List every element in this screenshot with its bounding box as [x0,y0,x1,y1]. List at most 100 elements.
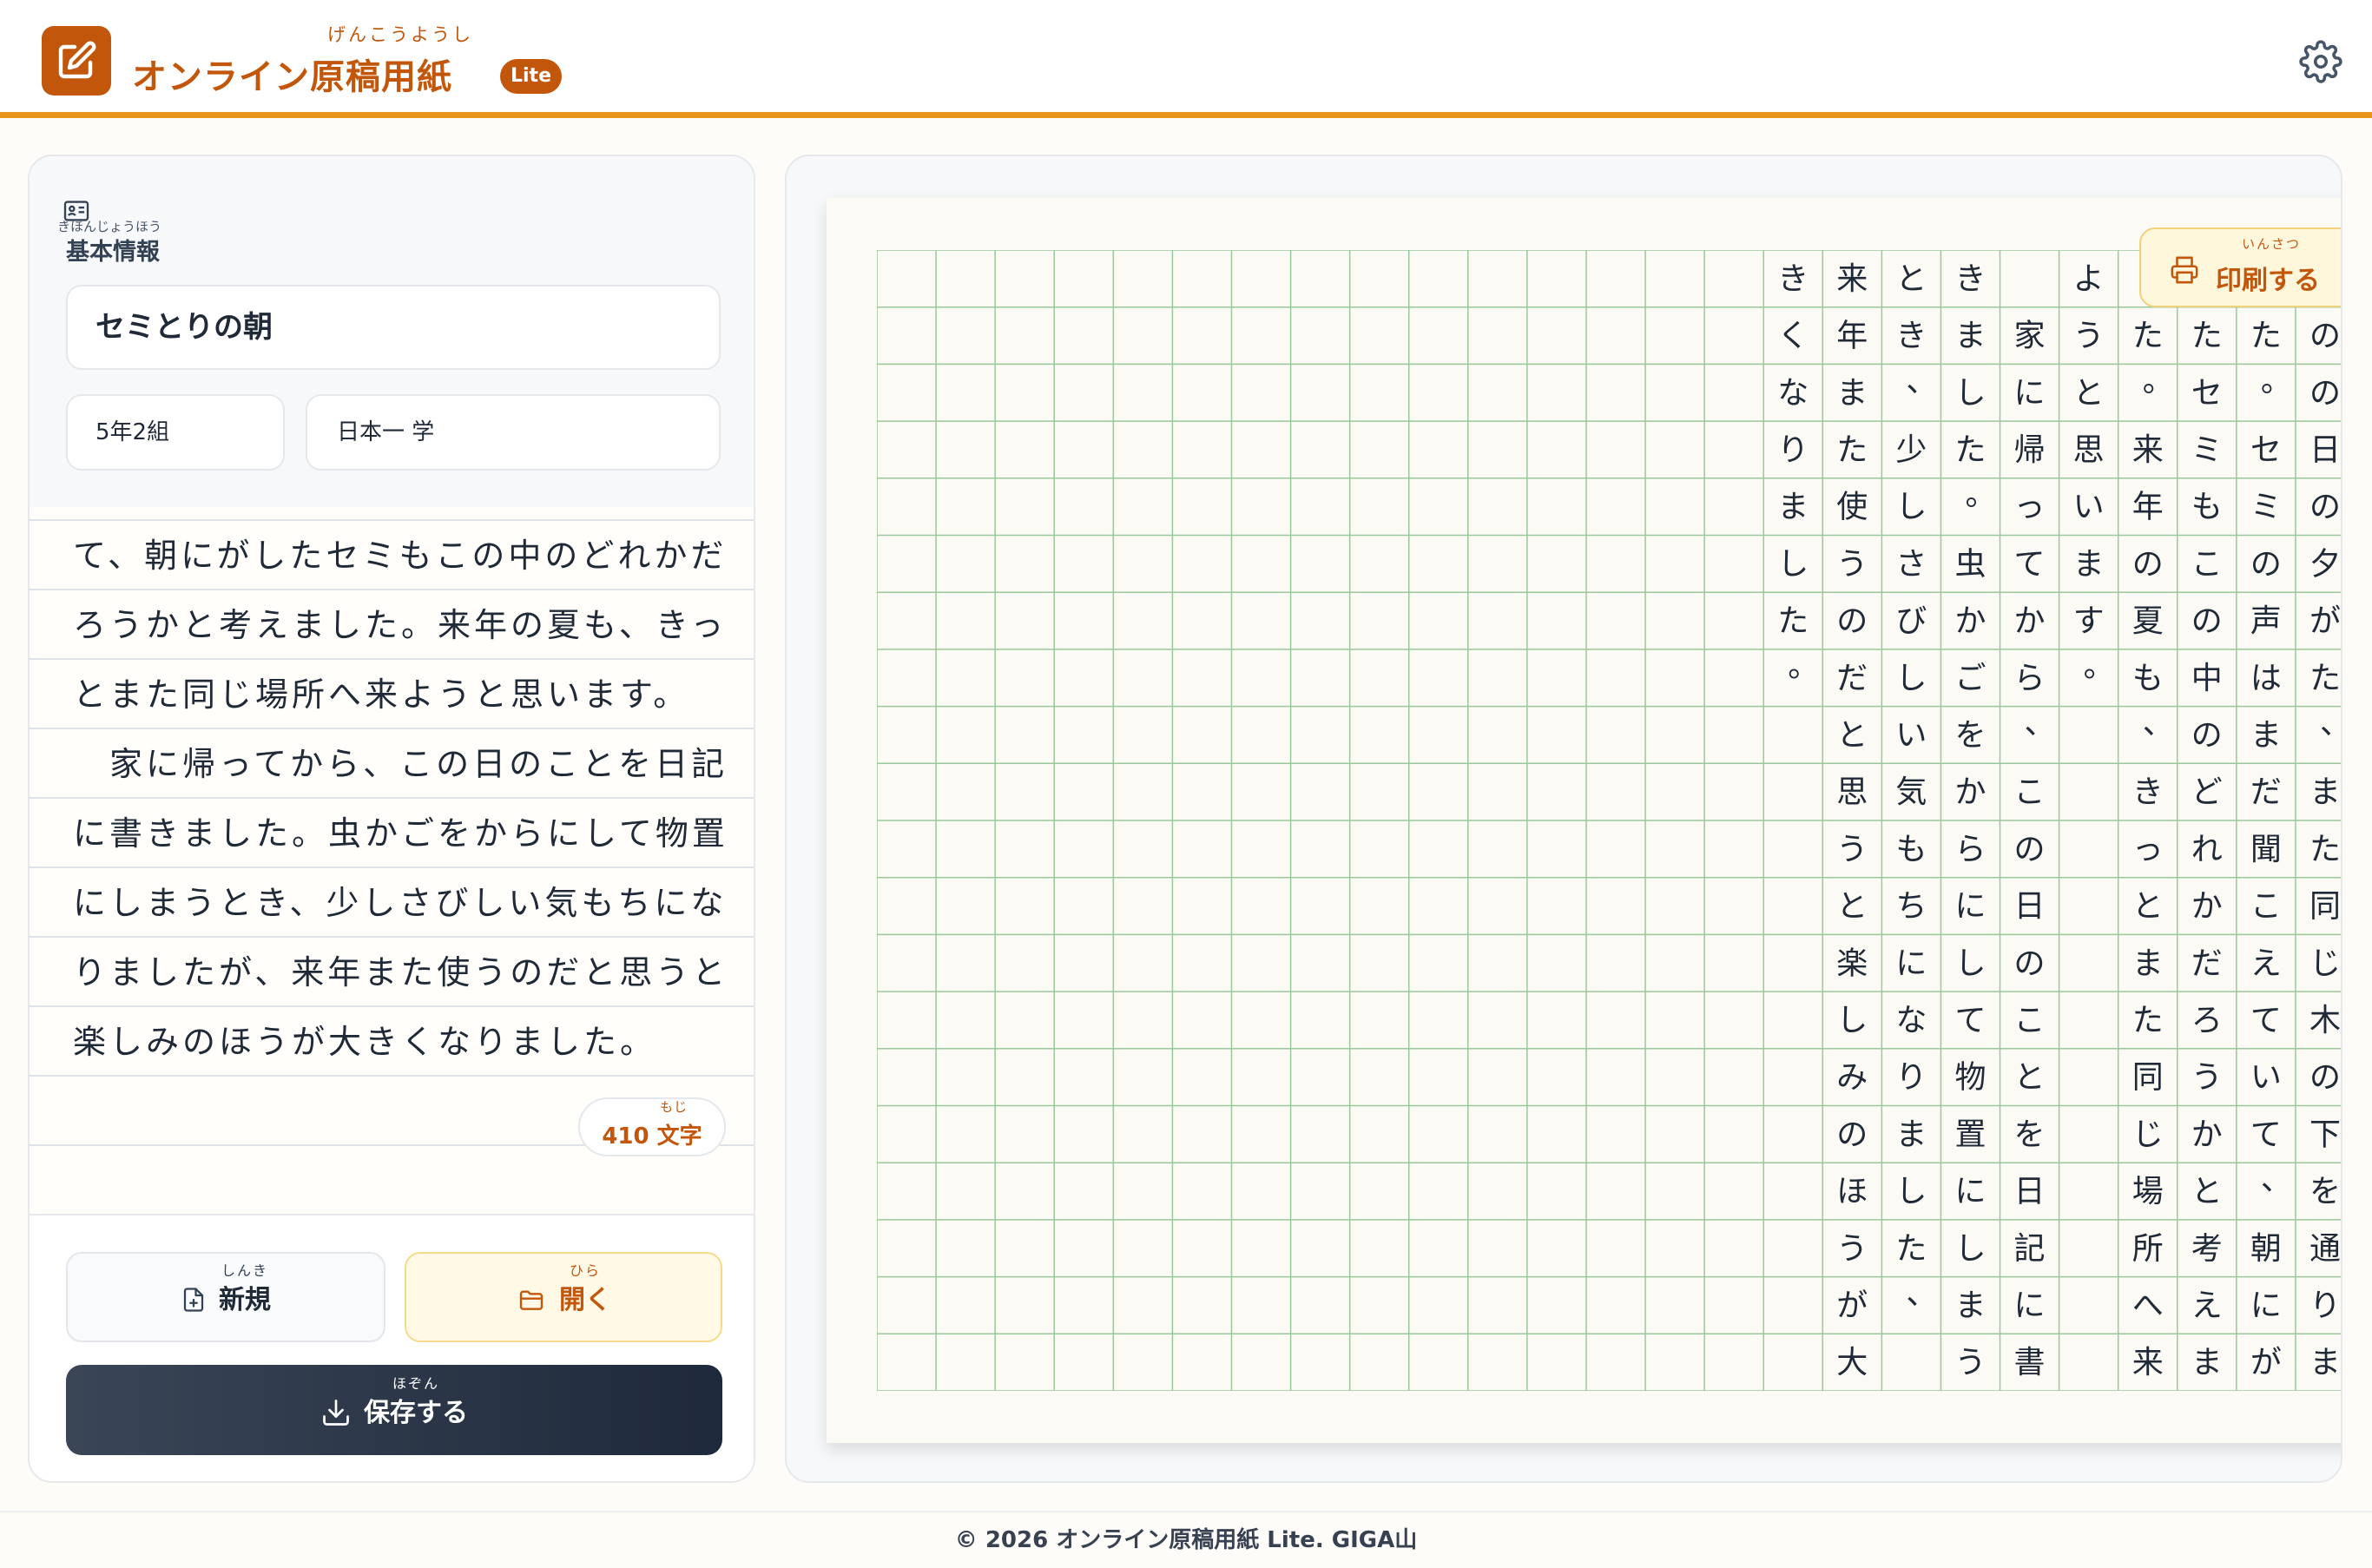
text-line: とまた同じ場所へ来ようと思います。 [30,660,754,729]
new-button[interactable]: しんき 新規 [66,1252,385,1342]
manuscript-char: だ [1836,661,1868,696]
manuscript-char: 夏 [2132,603,2164,639]
manuscript-char: 記 [2014,1231,2046,1267]
manuscript-char: 思 [2073,432,2105,468]
title-field[interactable]: セミとりの朝 [66,285,721,370]
manuscript-char: か [2191,1117,2223,1152]
app-logo[interactable] [42,26,111,96]
gear-icon [2299,40,2342,83]
manuscript-char: 中 [2191,661,2223,696]
manuscript-char: っ [2132,832,2164,867]
new-label: 新規 [219,1285,271,1315]
manuscript-char: ほ [1836,1174,1868,1209]
printer-icon [2171,256,2198,284]
char-count-value: 410 [602,1123,649,1150]
manuscript-char: い [2073,490,2105,525]
manuscript-char: の [2191,603,2223,639]
new-ruby: しんき [221,1262,268,1279]
manuscript-char: と [2014,1060,2046,1096]
basic-info-section: きほんじょうほう 基本情報 セミとりの朝 5年2組 日本一 学 [30,156,754,507]
manuscript-char: 木 [2309,1003,2341,1038]
manuscript-char: き [1954,261,1986,297]
manuscript-char: こ [2014,1003,2046,1038]
settings-button[interactable] [2299,40,2342,83]
manuscript-char: と [1895,261,1927,297]
manuscript-char: 大 [1836,1345,1868,1380]
manuscript-char: も [1895,832,1927,867]
name-field[interactable]: 日本一 学 [306,394,721,471]
manuscript-char: え [2250,945,2282,981]
manuscript-char: の [2014,832,2046,867]
manuscript-char: が [2309,603,2341,639]
manuscript-char: 日 [2309,432,2341,468]
print-label: 印刷する [2216,266,2320,296]
open-button[interactable]: ひら 開く [405,1252,722,1342]
lite-badge: Lite [500,59,562,94]
text-line: 楽しみのほうが大きくなりました。 [30,1007,754,1077]
char-count-text: 410 文字 [580,1118,724,1150]
manuscript-char: ら [2014,661,2046,696]
manuscript-char: ま [1954,319,1986,354]
manuscript-char: 日 [2014,1174,2046,1209]
manuscript-char: 来 [2132,432,2164,468]
manuscript-char: か [1954,774,1986,810]
manuscript-char: り [2309,1288,2341,1323]
save-button[interactable]: ほぞん 保存する [66,1365,722,1455]
manuscript-char: 同 [2132,1060,2164,1096]
manuscript-char: 置 [1954,1117,1986,1152]
manuscript-char: 通 [2309,1231,2341,1267]
manuscript-char: ま [1954,1288,1986,1323]
manuscript-char: 物 [1954,1060,1986,1096]
manuscript-char: ま [2309,774,2341,810]
manuscript-char: と [2073,375,2105,411]
manuscript-char: ら [1954,832,1986,867]
manuscript-char: に [2250,1288,2282,1323]
manuscript-char: を [2309,1174,2341,1209]
manuscript-char: ど [2191,774,2223,810]
manuscript-char: が [2250,1345,2282,1380]
manuscript-char: じ [2309,945,2341,981]
manuscript-char: の [2309,375,2341,411]
print-button[interactable]: いんさつ 印刷する [2139,227,2341,307]
manuscript-char: し [1895,661,1927,696]
manuscript-char: 。 [2261,363,2292,399]
manuscript-char: 下 [2309,1117,2341,1152]
text-line-empty [30,1146,754,1216]
manuscript-char: の [1836,1117,1868,1152]
edit-icon [58,41,96,79]
manuscript-char: た [1954,432,1986,468]
manuscript-char: ま [2191,1345,2223,1380]
manuscript-char: て [2250,1117,2282,1152]
manuscript-char: し [1777,546,1809,582]
manuscript-char: こ [2191,546,2223,582]
manuscript-char: セ [2250,432,2282,468]
manuscript-char: を [1954,717,1986,753]
manuscript-char: 少 [1895,432,1927,468]
manuscript-char: ミ [2250,490,2282,525]
manuscript-char: じ [2132,1117,2164,1152]
manuscript-char: 気 [1895,774,1927,810]
manuscript-char: の [2309,319,2341,354]
manuscript-char: り [1895,1060,1927,1096]
manuscript-char: た [2191,319,2223,354]
manuscript-grid: そのの日の夕がた、また同じ木の下を通りました。セミの声はまだ聞こえていて、朝にが… [877,250,2341,1391]
manuscript-char: 夕 [2309,546,2341,582]
manuscript-char: が [1836,1288,1868,1323]
manuscript-char: 思 [1836,774,1868,810]
manuscript-char: っ [2014,490,2046,525]
manuscript-char: た [2309,832,2341,867]
manuscript-char: 使 [1836,490,1868,525]
manuscript-char: え [2191,1288,2223,1323]
manuscript-char: た [2132,319,2164,354]
class-field[interactable]: 5年2組 [66,394,285,471]
manuscript-char: い [1895,717,1927,753]
text-line: 家に帰ってから、この日のことを日記 [30,729,754,799]
manuscript-char: の [2309,1060,2341,1096]
manuscript-char: は [2250,661,2282,696]
section-title: 基本情報 [66,239,160,266]
manuscript-char: の [2250,546,2282,582]
footer: © 2026 オンライン原稿用紙 Lite. GIGA山 [0,1511,2372,1565]
manuscript-char: だ [2250,774,2282,810]
manuscript-char: に [1895,945,1927,981]
manuscript-char: の [2309,490,2341,525]
